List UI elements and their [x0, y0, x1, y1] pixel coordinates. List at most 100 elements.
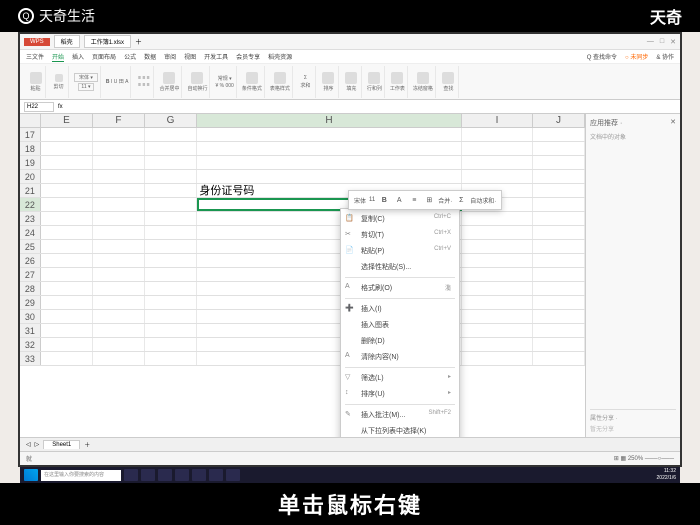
ribbon-format[interactable]: 常规 ▾¥ % 000 [213, 66, 236, 98]
cell-J24[interactable] [533, 226, 585, 239]
cell-E30[interactable] [41, 310, 93, 323]
cell-I31[interactable] [462, 324, 533, 337]
cell-I19[interactable] [462, 156, 533, 169]
ribbon-sort[interactable]: 排序 [319, 66, 339, 98]
cell-J32[interactable] [533, 338, 585, 351]
col-header-G[interactable]: G [145, 114, 197, 127]
cell-F33[interactable] [93, 352, 145, 365]
minimize-button[interactable]: — [647, 38, 654, 46]
cell-G25[interactable] [145, 240, 197, 253]
ctx-从下拉列表中选择K[interactable]: 从下拉列表中选择(K) [341, 423, 459, 437]
cell-E19[interactable] [41, 156, 93, 169]
ribbon-style[interactable]: 表格样式 [268, 66, 293, 98]
cell-J17[interactable] [533, 128, 585, 141]
row-header-31[interactable]: 31 [20, 324, 41, 337]
mini-font[interactable]: 宋体 [354, 194, 366, 206]
cell-F18[interactable] [93, 142, 145, 155]
sheet-nav-next[interactable]: ▷ [35, 441, 40, 448]
mini-border[interactable]: ⊞ [423, 194, 435, 206]
menu-formula[interactable]: 公式 [124, 52, 136, 61]
cell-G19[interactable] [145, 156, 197, 169]
cell-I23[interactable] [462, 212, 533, 225]
wps-home-tab[interactable]: WPS [24, 38, 50, 46]
ribbon-row[interactable]: 行和列 [365, 66, 385, 98]
sheet-nav-prev[interactable]: ◁ [26, 441, 31, 448]
docer-tab[interactable]: 稻壳 [54, 35, 80, 48]
cell-F17[interactable] [93, 128, 145, 141]
ribbon-bold[interactable]: B I U 田 A [104, 66, 132, 98]
taskbar-clock[interactable]: 11:32 2022/1/6 [657, 468, 676, 482]
cell-J20[interactable] [533, 170, 585, 183]
fx-icon[interactable]: fx [58, 104, 63, 110]
menu-insert[interactable]: 插入 [72, 52, 84, 61]
cell-J28[interactable] [533, 282, 585, 295]
cell-J18[interactable] [533, 142, 585, 155]
cell-I32[interactable] [462, 338, 533, 351]
view-page-icon[interactable]: ▦ [620, 456, 626, 462]
cell-J33[interactable] [533, 352, 585, 365]
cell-E29[interactable] [41, 296, 93, 309]
row-header-18[interactable]: 18 [20, 142, 41, 155]
col-header-H[interactable]: H [197, 114, 462, 127]
cell-J21[interactable] [533, 184, 585, 197]
sheet-tab[interactable]: Sheet1 [43, 440, 80, 449]
cell-I25[interactable] [462, 240, 533, 253]
cell-F23[interactable] [93, 212, 145, 225]
mini-color[interactable]: A [393, 194, 405, 206]
sync-badge[interactable]: ○ 未同步 [625, 52, 648, 61]
view-normal-icon[interactable]: ⊞ [614, 456, 619, 462]
taskbar-app-3[interactable] [158, 469, 172, 481]
menu-member[interactable]: 会员专享 [236, 52, 260, 61]
ctx-格式刷O[interactable]: A格式刷(O)瀺 [341, 280, 459, 296]
cell-G29[interactable] [145, 296, 197, 309]
maximize-button[interactable]: □ [660, 38, 664, 46]
row-header-23[interactable]: 23 [20, 212, 41, 225]
row-header-22[interactable]: 22 [20, 198, 41, 211]
ctx-插入图表[interactable]: 插入图表 [341, 317, 459, 333]
mini-merge[interactable]: 合并· [438, 194, 452, 206]
col-header-J[interactable]: J [533, 114, 585, 127]
taskbar-app-4[interactable] [175, 469, 189, 481]
cell-I20[interactable] [462, 170, 533, 183]
cell-H19[interactable] [197, 156, 461, 169]
cell-E25[interactable] [41, 240, 93, 253]
search-commands[interactable]: Q 查找命令 [587, 52, 617, 61]
ribbon-find[interactable]: 查找 [439, 66, 459, 98]
cell-I27[interactable] [462, 268, 533, 281]
taskbar-app-1[interactable] [124, 469, 138, 481]
add-sheet-button[interactable]: ＋ [84, 440, 90, 449]
col-header-F[interactable]: F [93, 114, 145, 127]
cell-I18[interactable] [462, 142, 533, 155]
side-panel-tab[interactable]: 应用推荐 · [590, 118, 622, 128]
ribbon-wrap[interactable]: 合并居中 [157, 66, 182, 98]
cell-F27[interactable] [93, 268, 145, 281]
ctx-删除D[interactable]: 删除(D) [341, 333, 459, 349]
taskbar-search[interactable]: 在这里输入你要搜索的内容 [41, 470, 121, 481]
mini-bold[interactable]: B [378, 194, 390, 206]
cell-F19[interactable] [93, 156, 145, 169]
coop-badge[interactable]: & 协作 [656, 52, 674, 61]
taskbar-app-2[interactable] [141, 469, 155, 481]
close-button[interactable]: ✕ [670, 38, 676, 46]
cell-E27[interactable] [41, 268, 93, 281]
menu-docer[interactable]: 稻壳资源 [268, 52, 292, 61]
cell-E17[interactable] [41, 128, 93, 141]
select-all-corner[interactable] [20, 114, 41, 127]
new-tab-button[interactable]: ＋ [135, 37, 142, 47]
cell-G30[interactable] [145, 310, 197, 323]
ribbon-sum[interactable]: Σ求和 [296, 66, 316, 98]
taskbar-app-5[interactable] [192, 469, 206, 481]
cell-G21[interactable] [145, 184, 197, 197]
cell-E23[interactable] [41, 212, 93, 225]
cell-I33[interactable] [462, 352, 533, 365]
col-header-E[interactable]: E [41, 114, 93, 127]
cell-F31[interactable] [93, 324, 145, 337]
cell-F30[interactable] [93, 310, 145, 323]
menu-home[interactable]: 开始 [52, 52, 64, 62]
cell-G23[interactable] [145, 212, 197, 225]
cell-G33[interactable] [145, 352, 197, 365]
cell-G32[interactable] [145, 338, 197, 351]
cell-E22[interactable] [41, 198, 93, 211]
cell-F20[interactable] [93, 170, 145, 183]
ribbon-cut[interactable]: 剪切 [49, 66, 69, 98]
